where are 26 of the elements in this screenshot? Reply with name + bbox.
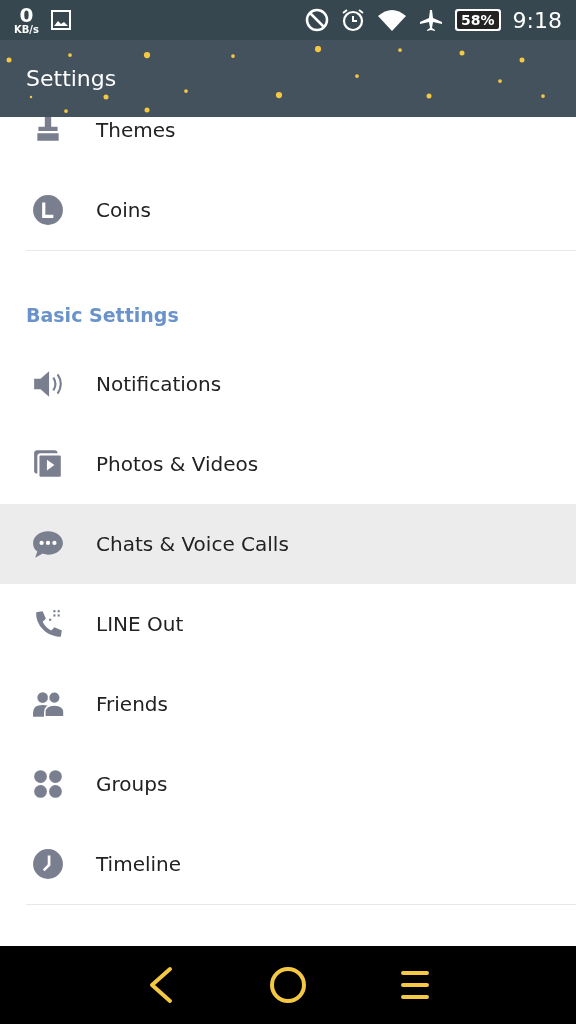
clock-icon	[32, 848, 64, 880]
settings-item[interactable]: Photos & Videos	[0, 424, 576, 504]
settings-item[interactable]: Themes	[0, 117, 576, 170]
settings-item[interactable]: Friends	[0, 664, 576, 744]
wifi-icon	[377, 8, 408, 32]
section-header: Basic Settings	[25, 303, 180, 328]
menu-icon[interactable]	[399, 968, 430, 1002]
image-icon	[51, 10, 71, 30]
airplane-icon	[419, 8, 444, 32]
screen-title: Settings	[26, 66, 117, 91]
settings-item[interactable]: LINE Out	[0, 584, 576, 664]
settings-item[interactable]: Timeline	[0, 824, 576, 904]
battery-icon: 58%	[455, 9, 501, 31]
settings-item[interactable]: Notifications	[0, 344, 576, 424]
settings-item[interactable]: Chats & Voice Calls	[0, 504, 576, 584]
do-not-disturb-icon	[305, 8, 330, 32]
coin-icon	[32, 194, 64, 226]
clock-time: 9:18	[512, 7, 562, 33]
home-icon[interactable]	[269, 966, 307, 1004]
settings-item[interactable]: Groups	[0, 744, 576, 824]
network-speed: 0 KB/s	[14, 5, 39, 35]
media-icon	[32, 448, 64, 480]
dots-icon	[32, 768, 64, 800]
alarm-icon	[341, 8, 366, 32]
chat-icon	[32, 528, 64, 560]
settings-item[interactable]: Coins	[0, 170, 576, 250]
